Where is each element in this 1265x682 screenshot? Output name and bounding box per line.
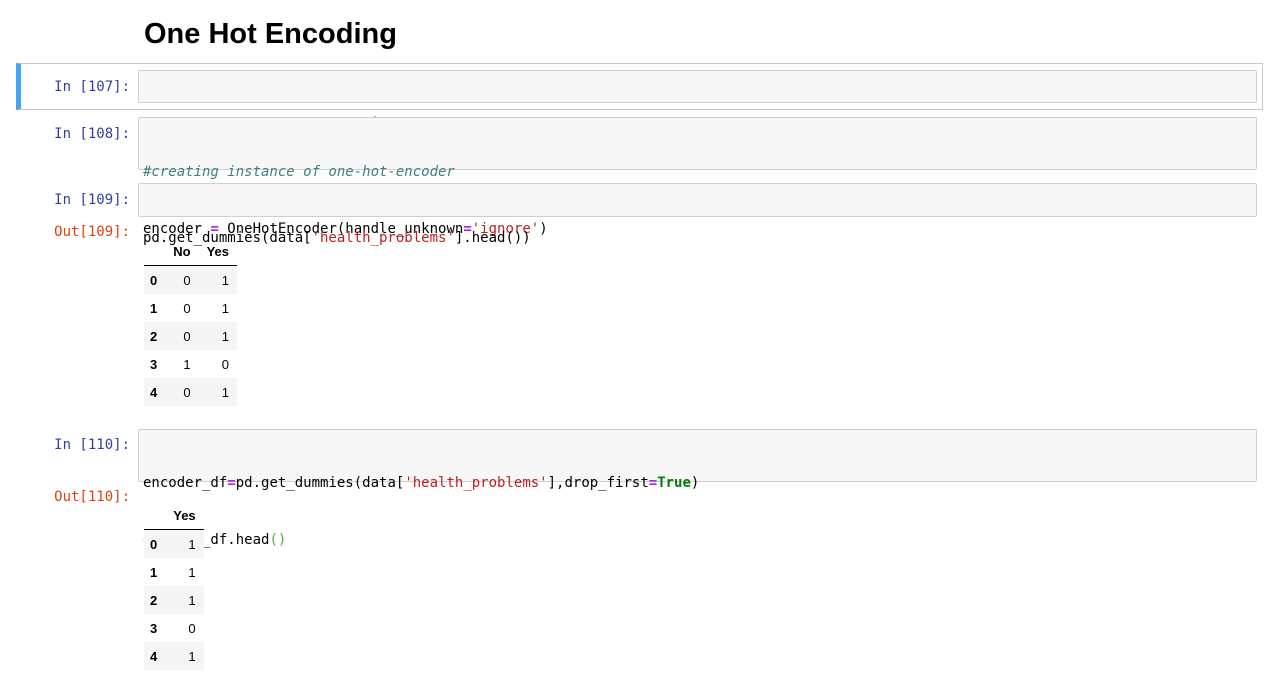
table-cell: 0 bbox=[188, 620, 196, 636]
table-cell: 1 bbox=[221, 272, 229, 288]
code-comment: #creating instance of one-hot-encoder bbox=[143, 164, 455, 180]
in-prompt-108: In [108]: bbox=[54, 126, 130, 142]
row-index: 1 bbox=[150, 300, 158, 316]
table-cell: 0 bbox=[221, 356, 229, 372]
code-line: encoder_df=pd.get_dummies(data['health_p… bbox=[143, 475, 700, 491]
row-index: 3 bbox=[150, 356, 158, 372]
code-token-string: 'health_problems' bbox=[404, 475, 548, 491]
table-cell: 0 bbox=[183, 272, 191, 288]
dataframe-output-110: Yes 01 11 21 30 41 bbox=[144, 501, 204, 670]
dataframe-output-109: No Yes 0 0 1 1 0 1 2 0 1 3 1 0 4 0 1 bbox=[144, 237, 237, 406]
code-line: encoder_df.head() bbox=[143, 532, 287, 548]
table-cell: 1 bbox=[188, 564, 196, 580]
column-header-yes: Yes bbox=[165, 501, 204, 530]
table-cell: 1 bbox=[221, 328, 229, 344]
row-index: 2 bbox=[150, 328, 158, 344]
table-row: 4 0 1 bbox=[144, 378, 237, 406]
code-token-keyword: True bbox=[657, 475, 691, 491]
code-input-109[interactable]: pd.get_dummies(data['health_problems'].h… bbox=[138, 183, 1257, 246]
row-index: 3 bbox=[150, 620, 158, 636]
code-line: pd.get_dummies(data['health_problems'].h… bbox=[143, 230, 531, 246]
in-prompt-109: In [109]: bbox=[54, 192, 130, 208]
column-header-yes: Yes bbox=[198, 237, 237, 266]
table-row: 01 bbox=[144, 529, 204, 558]
in-prompt-107: In [107]: bbox=[54, 79, 130, 95]
table-row: 0 0 1 bbox=[144, 265, 237, 294]
index-header bbox=[144, 501, 166, 530]
code-token-string: 'health_problems' bbox=[311, 230, 455, 246]
column-header-no: No bbox=[165, 237, 199, 266]
row-index: 4 bbox=[150, 384, 158, 400]
table-cell: 0 bbox=[183, 384, 191, 400]
table-cell: 1 bbox=[221, 300, 229, 316]
table-row: 41 bbox=[144, 642, 204, 670]
out-prompt-109: Out[109]: bbox=[54, 224, 130, 240]
table-row: 11 bbox=[144, 558, 204, 586]
table-cell: 1 bbox=[188, 648, 196, 664]
table-cell: 1 bbox=[188, 592, 196, 608]
table-row: 3 1 0 bbox=[144, 350, 237, 378]
code-input-108[interactable]: #creating instance of one-hot-encoder en… bbox=[138, 117, 1257, 237]
table-cell: 1 bbox=[188, 536, 196, 552]
code-token-paren: () bbox=[269, 532, 287, 548]
row-index: 1 bbox=[150, 564, 158, 580]
table-header-row: Yes bbox=[144, 501, 204, 530]
table-row: 30 bbox=[144, 614, 204, 642]
code-token-operator: = bbox=[227, 475, 236, 491]
out-prompt-110: Out[110]: bbox=[54, 489, 130, 505]
table-cell: 1 bbox=[183, 356, 191, 372]
table-row: 21 bbox=[144, 586, 204, 614]
table-cell: 0 bbox=[183, 300, 191, 316]
table-row: 1 0 1 bbox=[144, 294, 237, 322]
code-input-110[interactable]: encoder_df=pd.get_dummies(data['health_p… bbox=[138, 429, 1257, 548]
row-index: 0 bbox=[150, 536, 158, 552]
row-index: 0 bbox=[150, 272, 158, 288]
row-index: 2 bbox=[150, 592, 158, 608]
table-header-row: No Yes bbox=[144, 237, 237, 266]
notebook-heading: One Hot Encoding bbox=[144, 18, 397, 50]
row-index: 4 bbox=[150, 648, 158, 664]
table-cell: 1 bbox=[221, 384, 229, 400]
code-token-operator: = bbox=[648, 475, 658, 491]
table-cell: 0 bbox=[183, 328, 191, 344]
index-header bbox=[144, 237, 166, 266]
code-input-107[interactable]: from sklearn.preprocessing import OneHot… bbox=[138, 70, 1257, 132]
in-prompt-110: In [110]: bbox=[54, 437, 130, 453]
table-row: 2 0 1 bbox=[144, 322, 237, 350]
